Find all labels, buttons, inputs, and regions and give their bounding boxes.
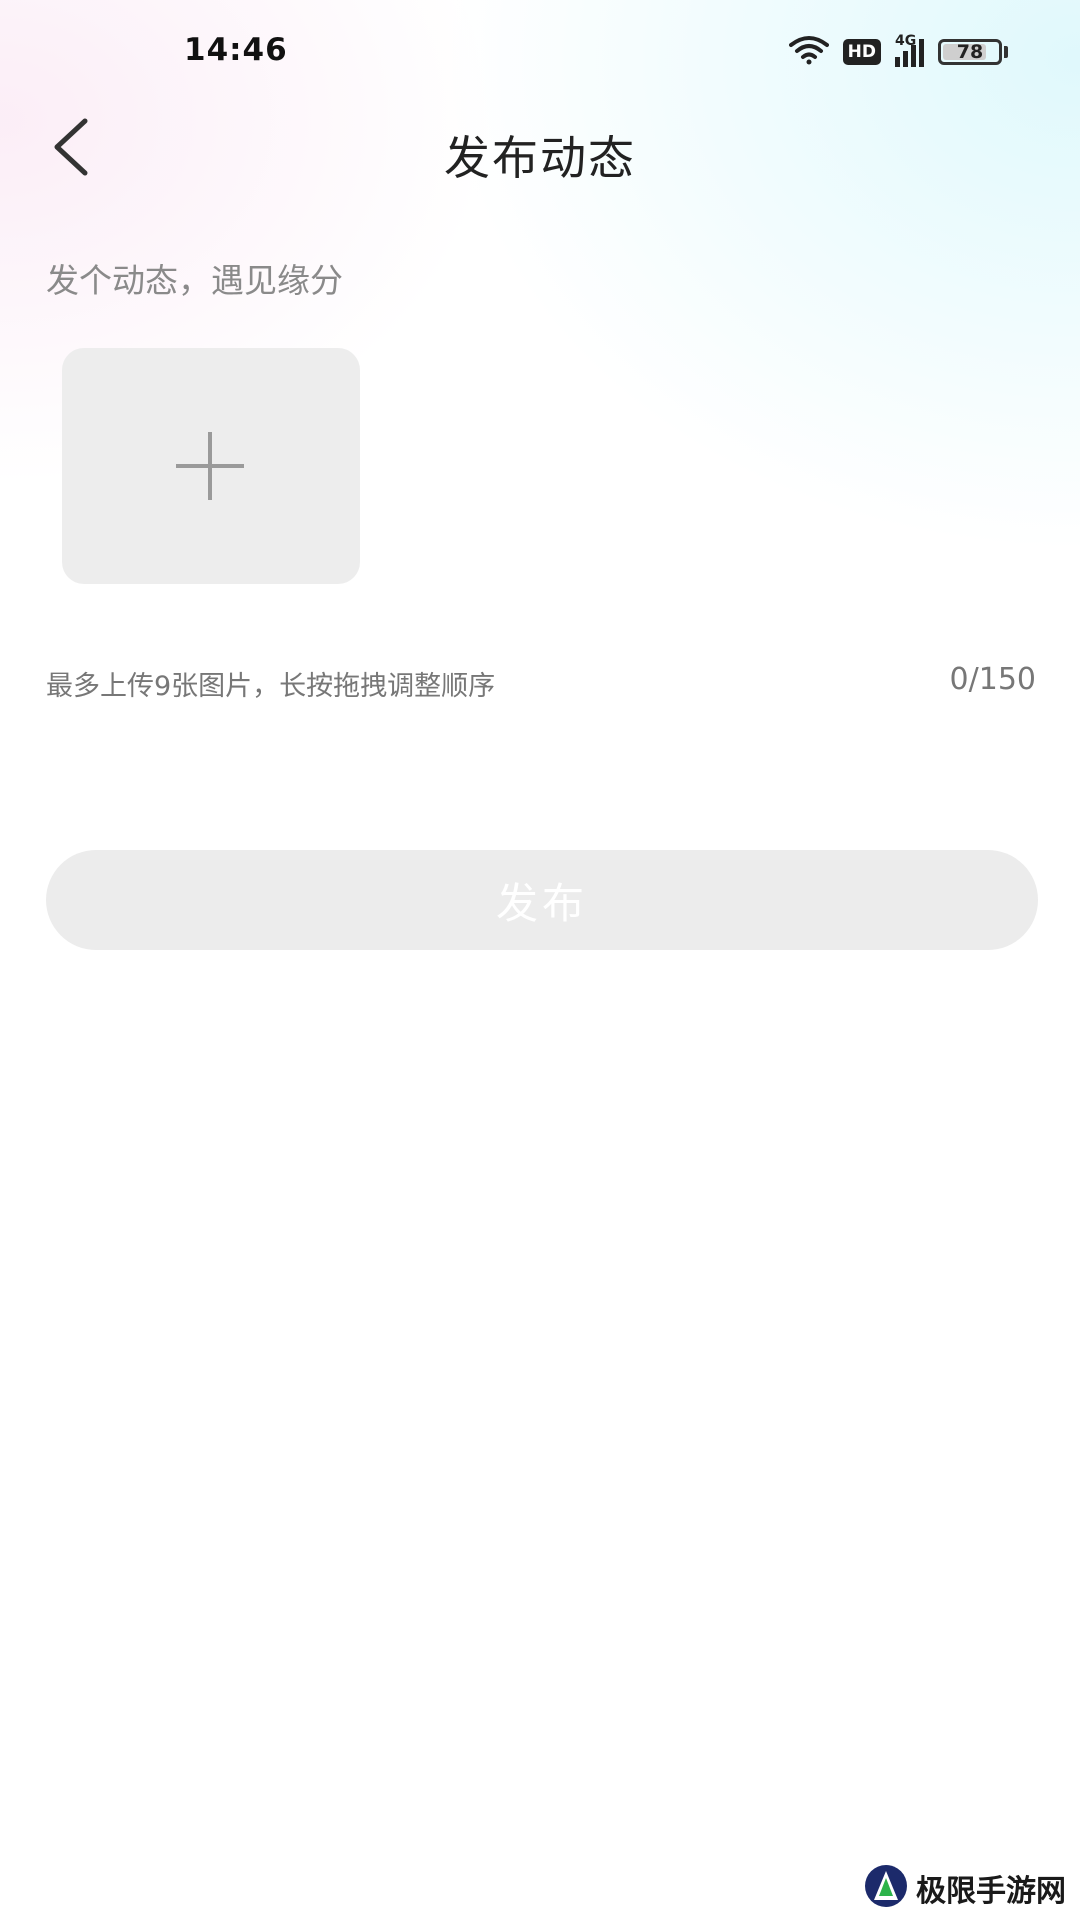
add-photo-button[interactable] — [62, 348, 360, 584]
battery-level: 78 — [956, 41, 984, 63]
page-title: 发布动态 — [444, 131, 636, 185]
publish-button[interactable]: 发布 — [46, 850, 1038, 950]
signal-4g-label: 4G — [895, 33, 917, 49]
battery-icon: 78 — [938, 39, 1002, 65]
status-time: 14:46 — [184, 32, 288, 68]
char-counter: 0/150 — [949, 662, 1036, 697]
status-bar: 14:46 HD 4G 78 — [0, 0, 1080, 100]
signal-4g-icon: 4G — [895, 33, 924, 67]
hd-icon: HD — [842, 39, 881, 65]
wifi-icon — [788, 35, 829, 69]
upload-hint: 最多上传9张图片，长按拖拽调整顺序 — [46, 671, 496, 702]
post-text-input[interactable] — [46, 255, 1036, 305]
battery-tip — [1004, 46, 1008, 58]
logo-icon — [864, 1864, 908, 1912]
watermark-text: 极限手游网 — [916, 1874, 1066, 1909]
status-icons: HD 4G 78 — [788, 33, 1008, 69]
nav-bar: 发布动态 — [0, 100, 1080, 210]
watermark: 极限手游网 — [864, 1864, 1066, 1912]
